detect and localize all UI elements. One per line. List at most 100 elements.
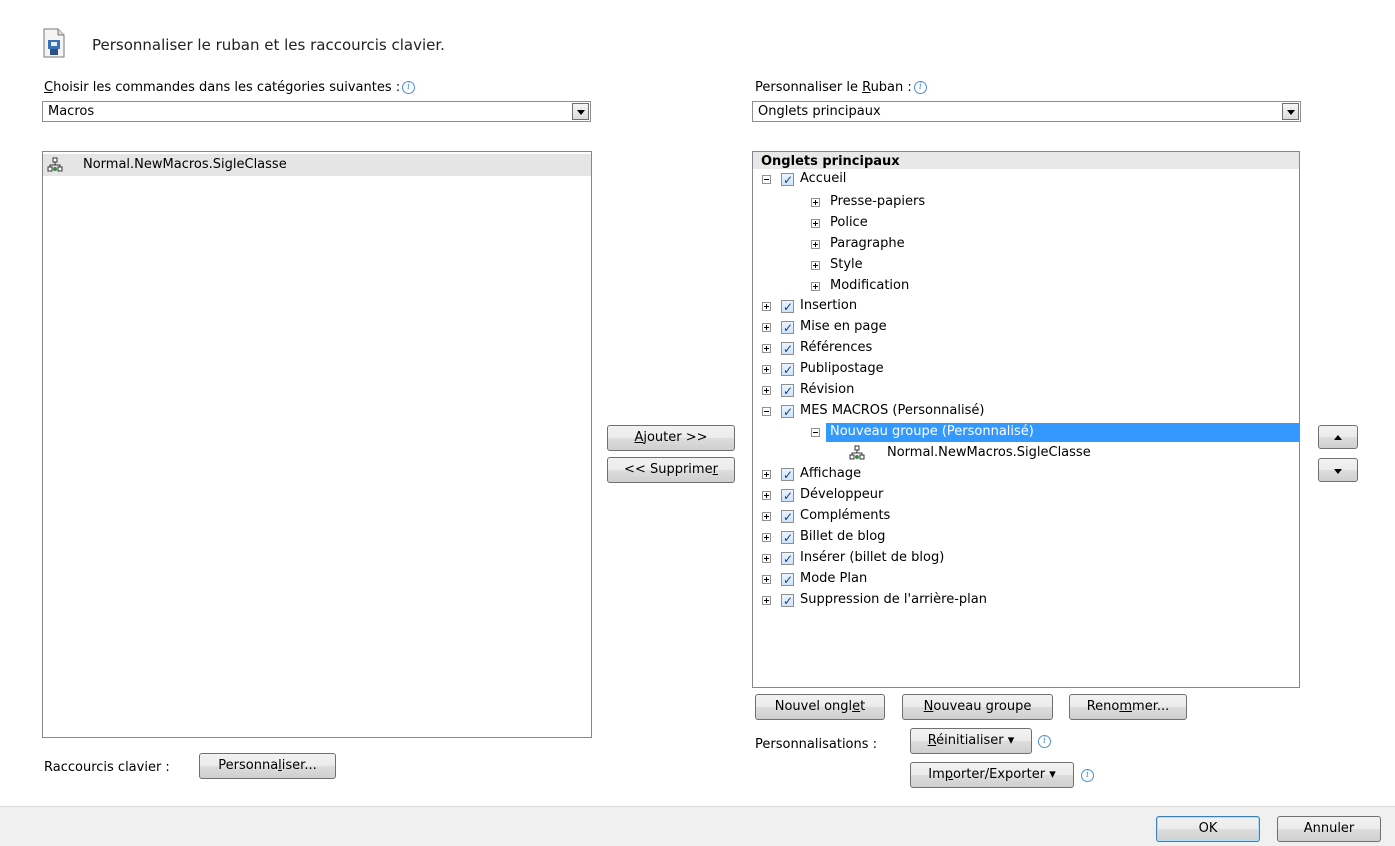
checkbox[interactable] [781,360,794,380]
tree-item-presse-papiers[interactable]: Presse-papiers [753,192,1299,212]
collapse-icon[interactable] [762,407,771,416]
commands-listbox[interactable]: Normal.NewMacros.SigleClasse [42,151,592,738]
move-down-button[interactable] [1318,458,1358,482]
checkbox[interactable] [781,591,794,611]
tree-item-label: MES MACROS (Personnalisé) [800,403,985,418]
expand-icon[interactable] [811,240,820,249]
customize-shortcuts-button[interactable]: Personnaliser... [199,753,336,779]
expand-icon[interactable] [762,302,771,311]
expand-icon[interactable] [762,365,771,374]
checkbox[interactable] [781,297,794,317]
checkbox[interactable] [781,507,794,527]
expand-icon[interactable] [762,512,771,521]
checkbox[interactable] [781,170,794,190]
tree-item-nouveau-groupe[interactable]: Nouveau groupe (Personnalisé) [753,422,1299,442]
tree-item-revision[interactable]: Révision [753,380,1299,401]
tree-item-insertion[interactable]: Insertion [753,296,1299,317]
expand-icon[interactable] [811,198,820,207]
move-up-button[interactable] [1318,425,1358,449]
tree-item-style[interactable]: Style [753,255,1299,275]
ok-button[interactable]: OK [1156,816,1260,842]
new-group-button[interactable]: Nouveau groupe [902,694,1053,720]
reset-button[interactable]: Réinitialiser ▾ [910,728,1032,754]
remove-button[interactable]: << Supprimer [607,457,735,483]
tree-item-label: Normal.NewMacros.SigleClasse [887,445,1091,460]
tree-item-label: Mise en page [800,319,887,334]
collapse-icon[interactable] [811,428,820,437]
tree-item-label: Affichage [800,466,862,481]
tree-item-label: Suppression de l'arrière-plan [800,592,987,607]
ribbon-tabs-dropdown[interactable]: Onglets principaux [752,101,1301,122]
commands-category-dropdown[interactable]: Macros [42,101,591,122]
dropdown-value: Onglets principaux [758,104,881,119]
expand-icon[interactable] [762,386,771,395]
chevron-down-icon[interactable] [1282,103,1299,120]
expand-icon[interactable] [762,344,771,353]
tree-item-label: Développeur [800,487,884,502]
tree-item-references[interactable]: Références [753,338,1299,359]
add-button[interactable]: Ajouter >> [607,425,735,451]
checkbox[interactable] [781,528,794,548]
dialog-title: Personnaliser le ruban et les raccourcis… [92,36,445,54]
expand-icon[interactable] [811,282,820,291]
checkbox[interactable] [781,381,794,401]
dropdown-value: Macros [48,104,95,119]
expand-icon[interactable] [811,219,820,228]
shortcuts-label: Raccourcis clavier : [44,760,170,775]
expand-icon[interactable] [762,575,771,584]
expand-icon[interactable] [762,491,771,500]
info-icon: i [402,81,416,94]
expand-icon[interactable] [762,596,771,605]
checkbox[interactable] [781,486,794,506]
rename-button[interactable]: Renommer... [1069,694,1187,720]
tree-item-label: Nouveau groupe (Personnalisé) [830,424,1034,439]
checkbox[interactable] [781,465,794,485]
expand-icon[interactable] [762,323,771,332]
customizations-label: Personnalisations : [755,737,878,752]
tree-item-label: Références [800,340,873,355]
cancel-button[interactable]: Annuler [1277,816,1381,842]
tree-item-paragraphe[interactable]: Paragraphe [753,234,1299,254]
tree-item-complements[interactable]: Compléments [753,506,1299,527]
tree-item-modification[interactable]: Modification [753,276,1299,296]
list-item[interactable]: Normal.NewMacros.SigleClasse [43,154,591,176]
tree-item-inserer[interactable]: Insérer (billet de blog) [753,548,1299,569]
tree-item-publipostage[interactable]: Publipostage [753,359,1299,380]
new-tab-button[interactable]: Nouvel onglet [755,694,885,720]
tree-item-macro[interactable]: Normal.NewMacros.SigleClasse [753,443,1299,463]
tree-item-label: Révision [800,382,855,397]
tree-item-label: Compléments [800,508,891,523]
checkbox[interactable] [781,339,794,359]
info-icon: i [1081,769,1094,782]
tree-item-label: Presse-papiers [830,194,926,209]
checkbox[interactable] [781,318,794,338]
chevron-down-icon[interactable] [572,103,589,120]
tree-item-label: Insérer (billet de blog) [800,550,945,565]
tree-item-accueil[interactable]: Accueil [753,169,1299,190]
tree-item-label: Insertion [800,298,858,313]
tree-item-suppression[interactable]: Suppression de l'arrière-plan [753,590,1299,611]
tree-item-affichage[interactable]: Affichage [753,464,1299,485]
ribbon-tree[interactable]: Onglets principaux Accueil Presse-papier… [752,151,1300,688]
checkbox[interactable] [781,402,794,422]
tree-header-label: Onglets principaux [761,154,900,169]
expand-icon[interactable] [762,533,771,542]
import-export-button[interactable]: Importer/Exporter ▾ [910,762,1074,788]
tree-item-mes-macros[interactable]: MES MACROS (Personnalisé) [753,401,1299,422]
expand-icon[interactable] [762,470,771,479]
tree-item-label: Modification [830,278,910,293]
tree-item-mise-en-page[interactable]: Mise en page [753,317,1299,338]
dropdown-arrow-icon: ▾ [1049,767,1056,782]
tree-item-label: Paragraphe [830,236,905,251]
tree-item-police[interactable]: Police [753,213,1299,233]
tree-item-billet-de-blog[interactable]: Billet de blog [753,527,1299,548]
tree-item-mode-plan[interactable]: Mode Plan [753,569,1299,590]
checkbox[interactable] [781,570,794,590]
tree-item-label: Accueil [800,171,847,186]
expand-icon[interactable] [811,261,820,270]
expand-icon[interactable] [762,554,771,563]
tree-item-developpeur[interactable]: Développeur [753,485,1299,506]
checkbox[interactable] [781,549,794,569]
collapse-icon[interactable] [762,175,771,184]
choose-commands-label: Choisir les commandes dans les catégorie… [44,80,416,95]
